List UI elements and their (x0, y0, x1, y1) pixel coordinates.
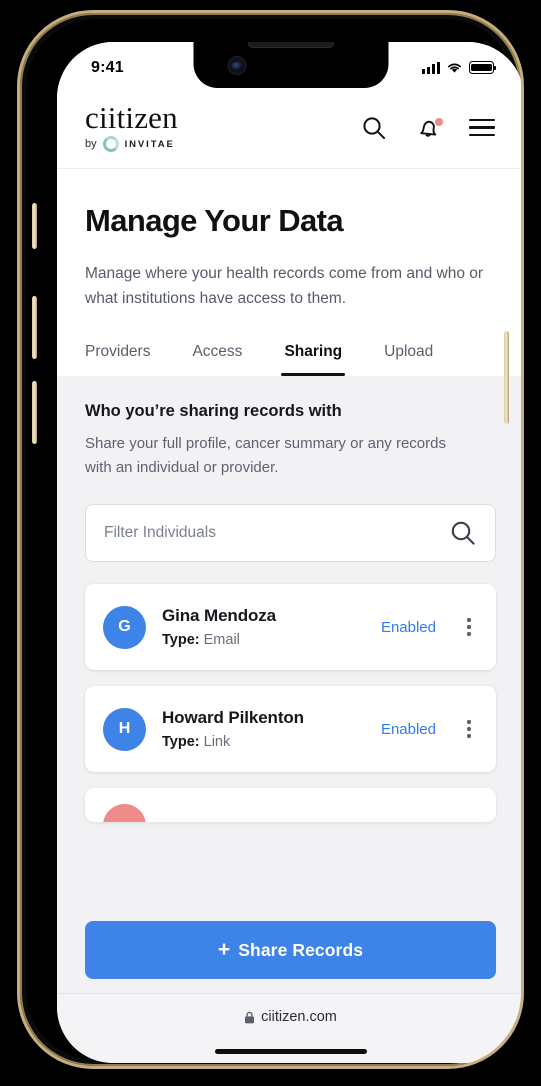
list-item[interactable]: G Gina Mendoza Type: Email Enabled (85, 584, 496, 670)
section-subtitle: Share your full profile, cancer summary … (85, 435, 446, 476)
plus-icon: + (217, 938, 231, 961)
tab-sharing[interactable]: Sharing (281, 343, 345, 377)
status-badge: Enabled (380, 618, 436, 636)
contact-name: Howard Pilkenton (162, 708, 304, 727)
wifi-icon (448, 63, 461, 73)
brand-logo[interactable]: ciitizen by INVITAE (85, 100, 178, 152)
tab-access[interactable]: Access (192, 343, 242, 376)
browser-bottom-bar: ciitizen.com (57, 993, 521, 1063)
tab-upload[interactable]: Upload (384, 343, 433, 376)
app-header: ciitizen by INVITAE (57, 89, 521, 169)
tab-providers[interactable]: Providers (85, 343, 150, 376)
logo-wordmark: ciitizen (85, 100, 178, 135)
kebab-menu-icon[interactable] (458, 618, 480, 636)
section-title: Who you’re sharing records with (85, 402, 342, 420)
front-camera-icon (227, 56, 246, 75)
phone-frame: 9:41 ciitizen by INVITAE Manage Your Dat… (17, 10, 524, 1069)
logo-by-text: by (85, 138, 97, 150)
contact-type-value: Link (203, 734, 231, 750)
action-button[interactable] (32, 203, 37, 249)
status-time: 9:41 (91, 58, 124, 76)
kebab-menu-icon[interactable] (458, 720, 480, 738)
avatar (103, 804, 146, 822)
tab-bar: Providers Access Sharing Upload (57, 311, 521, 377)
avatar: H (103, 707, 146, 751)
logo-parent-brand: INVITAE (124, 138, 175, 150)
search-input[interactable] (104, 524, 449, 542)
volume-down-button[interactable] (32, 381, 37, 444)
filter-individuals-field[interactable] (85, 504, 496, 562)
share-records-button[interactable]: + Share Records (85, 921, 496, 979)
list-item-details: Howard Pilkenton Type: Link (162, 708, 365, 750)
search-icon[interactable] (449, 519, 477, 547)
page-title: Manage Your Data (85, 203, 344, 238)
volume-up-button[interactable] (32, 296, 37, 359)
notifications-bell-icon[interactable] (414, 114, 443, 142)
list-item[interactable] (85, 788, 496, 822)
hamburger-menu-icon[interactable] (468, 114, 496, 142)
header-icon-group (360, 114, 496, 142)
home-indicator[interactable] (214, 1048, 367, 1054)
page-subtitle: Manage where your health records come fr… (85, 265, 484, 307)
page-header-section: Manage Your Data Manage where your healt… (57, 169, 521, 311)
share-records-label: Share Records (238, 939, 364, 960)
shared-individuals-list: G Gina Mendoza Type: Email Enabled H How… (85, 584, 496, 822)
contact-type-label: Type: (162, 734, 200, 750)
battery-full-icon (469, 61, 497, 74)
invitae-ring-icon (102, 136, 119, 152)
contact-type: Type: Email (162, 632, 365, 648)
sharing-panel: Who you’re sharing records with Share yo… (57, 376, 521, 993)
status-badge: Enabled (380, 720, 436, 738)
contact-type-value: Email (203, 632, 240, 648)
search-icon[interactable] (360, 114, 388, 142)
lock-icon (245, 1011, 255, 1023)
earpiece-speaker (247, 42, 334, 48)
cellular-signal-icon (422, 61, 440, 74)
avatar: G (103, 605, 146, 649)
url-text: ciitizen.com (261, 1009, 337, 1025)
url-display[interactable]: ciitizen.com (244, 1009, 337, 1025)
contact-type: Type: Link (162, 734, 365, 750)
notch (193, 42, 388, 88)
contact-type-label: Type: (162, 632, 200, 648)
list-item-details: Gina Mendoza Type: Email (162, 606, 365, 648)
cta-container: + Share Records (57, 907, 521, 993)
status-icon-group (422, 61, 497, 74)
list-item[interactable]: H Howard Pilkenton Type: Link Enabled (85, 686, 496, 772)
phone-screen: 9:41 ciitizen by INVITAE Manage Your Dat… (57, 42, 521, 1063)
notification-badge-dot (435, 117, 443, 126)
power-button[interactable] (504, 331, 509, 424)
logo-parent-brand-row: by INVITAE (85, 136, 178, 152)
contact-name: Gina Mendoza (162, 606, 277, 625)
app-body: 9:41 ciitizen by INVITAE Manage Your Dat… (57, 42, 521, 1063)
screenshot-stage: 9:41 ciitizen by INVITAE Manage Your Dat… (0, 0, 541, 1086)
